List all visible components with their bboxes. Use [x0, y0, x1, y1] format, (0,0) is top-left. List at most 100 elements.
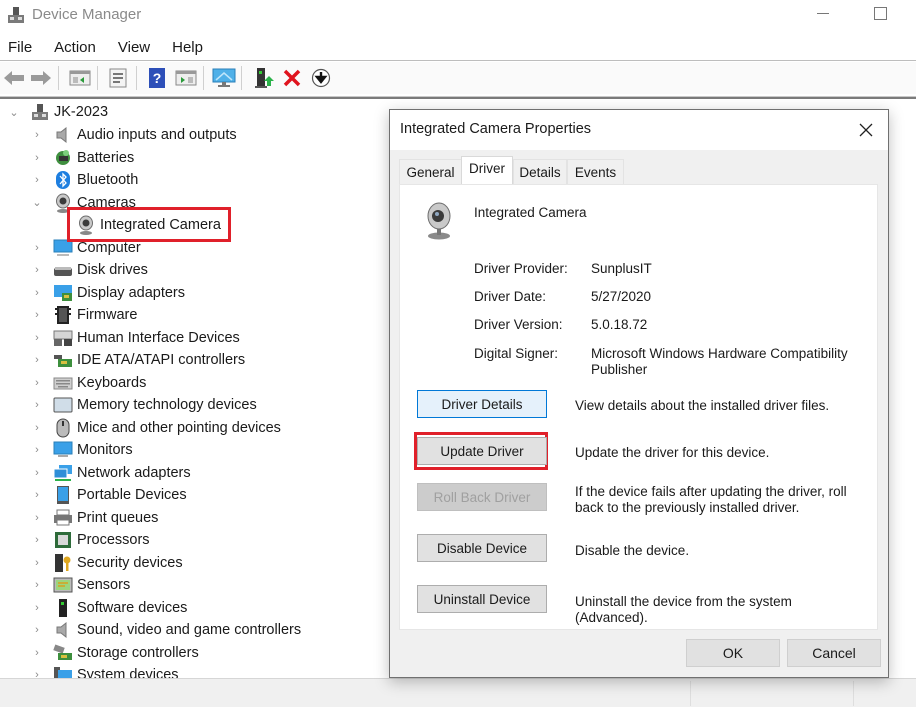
- help-icon[interactable]: ?: [145, 66, 169, 90]
- tree-category[interactable]: › Memory technology devices: [31, 394, 257, 416]
- driver-details-button[interactable]: Driver Details: [417, 390, 547, 418]
- chevron-right-icon[interactable]: ›: [31, 287, 43, 299]
- chevron-right-icon[interactable]: ›: [31, 354, 43, 366]
- chevron-right-icon[interactable]: ›: [31, 332, 43, 344]
- toolbar-separator: [203, 66, 204, 90]
- tree-category[interactable]: › Display adapters: [31, 282, 185, 304]
- toolbar: ?: [0, 62, 916, 94]
- chevron-right-icon[interactable]: ›: [31, 444, 43, 456]
- tree-category-label: Monitors: [77, 442, 133, 458]
- tree-category[interactable]: › Keyboards: [31, 372, 146, 394]
- forward-icon[interactable]: [29, 66, 53, 90]
- disable-device-button[interactable]: Disable Device: [417, 534, 547, 562]
- chevron-right-icon[interactable]: ›: [31, 152, 43, 164]
- tree-root-label: JK-2023: [54, 104, 109, 120]
- chevron-right-icon[interactable]: ›: [31, 579, 43, 591]
- chevron-right-icon[interactable]: ›: [31, 489, 43, 501]
- chevron-right-icon[interactable]: ›: [31, 309, 43, 321]
- digital-signer-label: Digital Signer:: [474, 346, 559, 361]
- device-tree: ⌄ JK-2023 › Audio inputs and outputs › Batt…: [0, 101, 390, 678]
- tree-category[interactable]: › Security devices: [31, 552, 183, 574]
- scan-hardware-changes-icon[interactable]: [212, 66, 236, 90]
- chevron-right-icon[interactable]: ›: [31, 624, 43, 636]
- tree-category[interactable]: › Storage controllers: [31, 642, 199, 664]
- device-name: Integrated Camera: [474, 205, 587, 220]
- chevron-right-icon[interactable]: ›: [31, 602, 43, 614]
- tree-category-label: IDE ATA/ATAPI controllers: [77, 352, 246, 368]
- tree-category[interactable]: › System devices: [31, 664, 179, 678]
- tree-category[interactable]: › Batteries: [31, 147, 134, 169]
- disable-device-description: Disable the device.: [575, 543, 690, 558]
- uninstall-device-button[interactable]: Uninstall Device: [417, 585, 547, 613]
- tab-events[interactable]: Events: [567, 159, 624, 184]
- uninstall-device-icon[interactable]: [280, 66, 304, 90]
- tree-root[interactable]: ⌄ JK-2023: [8, 101, 108, 123]
- sensor-icon: [53, 575, 73, 595]
- tree-category-label: Storage controllers: [77, 644, 199, 661]
- tree-category[interactable]: › Human Interface Devices: [31, 327, 240, 349]
- chevron-right-icon[interactable]: ›: [31, 534, 43, 546]
- menu-file[interactable]: File: [8, 36, 32, 60]
- tree-category[interactable]: › Sound, video and game controllers: [31, 619, 301, 641]
- tree-category[interactable]: › Monitors: [31, 439, 133, 461]
- maximize-button[interactable]: [874, 7, 887, 20]
- toolbar-separator: [241, 66, 242, 90]
- chevron-right-icon[interactable]: ›: [31, 557, 43, 569]
- tree-category[interactable]: › Sensors: [31, 574, 130, 596]
- tab-general[interactable]: General: [399, 159, 462, 184]
- toolbar-separator: [58, 66, 59, 90]
- processor-icon: [53, 530, 73, 550]
- chevron-down-icon[interactable]: ⌄: [31, 197, 43, 209]
- driver-provider-label: Driver Provider:: [474, 261, 568, 276]
- chevron-right-icon[interactable]: ›: [31, 669, 43, 678]
- tab-driver[interactable]: Driver: [461, 156, 513, 184]
- chevron-right-icon[interactable]: ›: [31, 242, 43, 254]
- menu-view[interactable]: View: [118, 36, 150, 60]
- chevron-right-icon[interactable]: ›: [31, 512, 43, 524]
- tree-category[interactable]: › Firmware: [31, 304, 137, 326]
- cancel-button[interactable]: Cancel: [787, 639, 881, 667]
- update-driver-button[interactable]: Update Driver: [417, 437, 547, 465]
- tab-details[interactable]: Details: [513, 159, 567, 184]
- tree-category[interactable]: › Processors: [31, 529, 150, 551]
- close-icon[interactable]: [856, 120, 876, 140]
- chevron-right-icon[interactable]: ›: [31, 377, 43, 389]
- ok-button[interactable]: OK: [686, 639, 780, 667]
- chevron-right-icon[interactable]: ›: [31, 399, 43, 411]
- disable-device-icon[interactable]: [309, 66, 333, 90]
- tree-category[interactable]: › Disk drives: [31, 259, 148, 281]
- tree-category-label: Display adapters: [77, 284, 185, 301]
- roll-back-driver-button[interactable]: Roll Back Driver: [417, 483, 547, 511]
- back-icon[interactable]: [2, 66, 26, 90]
- tree-category[interactable]: › Audio inputs and outputs: [31, 124, 237, 146]
- monitor-icon: [53, 440, 73, 460]
- tree-category[interactable]: › Mice and other pointing devices: [31, 417, 281, 439]
- properties-icon[interactable]: [106, 66, 130, 90]
- show-action-pane-icon[interactable]: [174, 66, 198, 90]
- security-device-icon: [53, 553, 73, 573]
- update-driver-icon[interactable]: [252, 66, 276, 90]
- tree-category[interactable]: › Portable Devices: [31, 484, 187, 506]
- menu-action[interactable]: Action: [54, 36, 96, 60]
- tree-category[interactable]: › Print queues: [31, 507, 158, 529]
- show-hide-console-tree-icon[interactable]: [68, 66, 92, 90]
- chevron-right-icon[interactable]: ›: [31, 129, 43, 141]
- chevron-right-icon[interactable]: ›: [31, 422, 43, 434]
- chevron-right-icon[interactable]: ›: [31, 264, 43, 276]
- tree-category[interactable]: › Bluetooth: [31, 169, 138, 191]
- menu-help[interactable]: Help: [172, 36, 203, 60]
- dialog-title-bar: Integrated Camera Properties: [390, 110, 888, 150]
- disk-drive-icon: [53, 260, 73, 280]
- driver-tab-panel: Integrated Camera Driver Provider: Sunpl…: [399, 184, 878, 630]
- tree-category[interactable]: › Network adapters: [31, 462, 191, 484]
- dialog-title: Integrated Camera Properties: [400, 121, 592, 137]
- chevron-down-icon[interactable]: ⌄: [8, 106, 20, 119]
- chevron-right-icon[interactable]: ›: [31, 467, 43, 479]
- driver-version-value: 5.0.18.72: [591, 317, 648, 332]
- driver-details-description: View details about the installed driver …: [575, 398, 830, 413]
- chevron-right-icon[interactable]: ›: [31, 647, 43, 659]
- tree-category[interactable]: › IDE ATA/ATAPI controllers: [31, 349, 245, 371]
- chevron-right-icon[interactable]: ›: [31, 174, 43, 186]
- tree-category[interactable]: › Software devices: [31, 597, 187, 619]
- minimize-button[interactable]: [815, 6, 831, 22]
